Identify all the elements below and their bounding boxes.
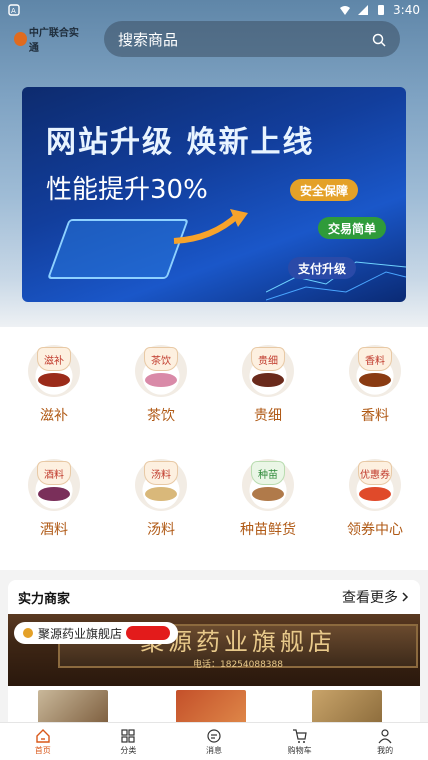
category-spice[interactable]: 香料 香料 xyxy=(325,345,425,425)
shop-icon xyxy=(23,628,33,638)
tonic-icon: 滋补 xyxy=(28,345,80,397)
category-tag: 种苗 xyxy=(251,461,285,485)
status-right: 3:40 xyxy=(339,3,420,17)
signal-icon xyxy=(357,4,369,16)
food-graphic xyxy=(359,487,391,501)
featured-store-section: 实力商家 查看更多 聚源药业旗舰店 电话：18254088388 聚源药业旗舰店 xyxy=(8,580,420,730)
food-graphic xyxy=(38,487,70,501)
category-label: 香料 xyxy=(361,408,389,424)
category-tag: 酒料 xyxy=(37,461,71,485)
home-icon xyxy=(36,728,50,743)
category-tag: 汤料 xyxy=(144,461,178,485)
category-label: 滋补 xyxy=(40,408,68,424)
view-more-label: 查看更多 xyxy=(342,590,398,606)
message-icon xyxy=(207,728,221,743)
shop-name: 聚源药业旗舰店 xyxy=(38,626,123,641)
cart-icon xyxy=(292,728,307,743)
category-label: 种苗鲜货 xyxy=(240,522,296,538)
tea-icon: 茶饮 xyxy=(135,345,187,397)
section-title: 实力商家 xyxy=(18,591,71,607)
category-tag: 优惠券 xyxy=(358,461,392,485)
banner-pill-trade: 交易简单 xyxy=(318,217,387,239)
tab-label: 消息 xyxy=(205,745,222,755)
tab-label: 分类 xyxy=(120,745,137,755)
category-tag: 香料 xyxy=(358,347,392,371)
category-coupon[interactable]: 优惠券 领券中心 xyxy=(325,459,425,539)
category-tag: 贵细 xyxy=(251,347,285,371)
tab-profile[interactable]: 我的 xyxy=(342,723,428,760)
circuit-chip-graphic xyxy=(47,219,189,279)
category-tonic[interactable]: 滋补 滋补 xyxy=(4,345,104,425)
seedling-icon: 种苗 xyxy=(242,459,294,511)
category-label: 酒料 xyxy=(40,522,68,538)
precious-icon: 贵细 xyxy=(242,345,294,397)
food-graphic xyxy=(145,487,177,501)
store-header: 实力商家 查看更多 xyxy=(8,580,420,614)
tab-messages[interactable]: 消息 xyxy=(171,723,257,760)
tab-cart[interactable]: 购物车 xyxy=(257,723,343,760)
category-label: 茶饮 xyxy=(147,408,175,424)
status-bar: A 3:40 xyxy=(0,0,428,20)
category-tea[interactable]: 茶饮 茶饮 xyxy=(111,345,211,425)
tab-label: 首页 xyxy=(34,745,51,755)
user-icon xyxy=(378,728,392,743)
banner-title: 网站升级 焕新上线 xyxy=(46,125,315,160)
category-label: 贵细 xyxy=(254,408,282,424)
search-input[interactable]: 搜索商品 xyxy=(118,29,372,50)
logo-mark-icon xyxy=(14,32,27,46)
status-time: 3:40 xyxy=(393,3,420,17)
category-soup[interactable]: 汤料 汤料 xyxy=(111,459,211,539)
category-label: 领券中心 xyxy=(347,522,403,538)
tab-home[interactable]: 首页 xyxy=(0,723,86,760)
tab-category[interactable]: 分类 xyxy=(86,723,172,760)
bottom-tab-bar: 首页 分类 消息 购物车 我的 xyxy=(0,722,428,760)
tab-label: 购物车 xyxy=(287,745,312,755)
wifi-icon xyxy=(339,4,351,16)
growth-arrow-icon xyxy=(173,209,248,244)
view-more-link[interactable]: 查看更多 xyxy=(342,587,410,607)
food-graphic xyxy=(359,373,391,387)
promo-banner[interactable]: 网站升级 焕新上线 性能提升30% 安全保障 交易简单 支付升级 xyxy=(22,87,406,302)
food-graphic xyxy=(252,487,284,501)
food-graphic xyxy=(145,373,177,387)
sign-phone: 电话：18254088388 xyxy=(193,660,283,670)
enter-shop-badge[interactable] xyxy=(126,626,171,640)
search-bar[interactable]: 搜索商品 xyxy=(104,21,400,57)
category-wine[interactable]: 酒料 酒料 xyxy=(4,459,104,539)
spice-icon: 香料 xyxy=(349,345,401,397)
category-tag: 茶饮 xyxy=(144,347,178,371)
banner-subtitle: 性能提升30% xyxy=(46,175,208,205)
category-tag: 滋补 xyxy=(37,347,71,371)
chevron-right-icon xyxy=(402,592,409,602)
banner-pill-payment: 支付升级 xyxy=(288,257,357,279)
shop-name-tag[interactable]: 聚源药业旗舰店 xyxy=(14,622,179,644)
category-grid: 滋补 滋补 茶饮 茶饮 贵细 贵细 香料 香料 酒料 酒料 汤料 汤料 种苗 种… xyxy=(0,327,428,570)
category-precious[interactable]: 贵细 贵细 xyxy=(218,345,318,425)
grid-icon xyxy=(121,728,135,743)
notification-icon: A xyxy=(8,4,20,16)
battery-icon xyxy=(375,4,387,16)
svg-text:A: A xyxy=(11,7,16,15)
search-icon[interactable] xyxy=(372,32,386,47)
store-photo[interactable]: 聚源药业旗舰店 电话：18254088388 聚源药业旗舰店 xyxy=(8,614,420,686)
banner-pill-security: 安全保障 xyxy=(290,179,359,201)
app-logo[interactable]: 中广联合实通 xyxy=(14,28,84,54)
soup-icon: 汤料 xyxy=(135,459,187,511)
food-graphic xyxy=(38,373,70,387)
category-label: 汤料 xyxy=(147,522,175,538)
food-graphic xyxy=(252,373,284,387)
category-seedling[interactable]: 种苗 种苗鲜货 xyxy=(218,459,318,539)
tab-label: 我的 xyxy=(377,745,394,755)
wine-icon: 酒料 xyxy=(28,459,80,511)
logo-text: 中广联合实通 xyxy=(28,28,79,54)
coupon-icon: 优惠券 xyxy=(349,459,401,511)
